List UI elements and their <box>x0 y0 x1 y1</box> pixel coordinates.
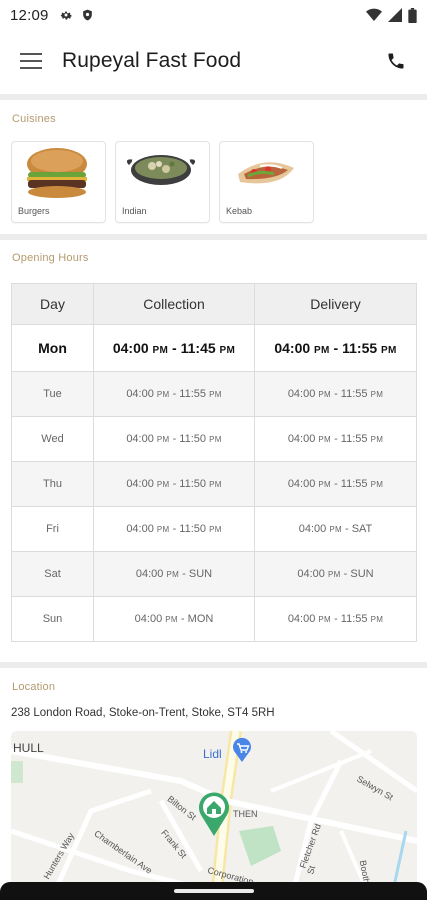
indian-curry-image <box>126 155 196 185</box>
phone-icon <box>388 53 404 69</box>
map-label-then: THEN <box>233 809 258 819</box>
day-cell: Sun <box>11 596 94 642</box>
table-row: Wed 04:00 PM - 11:50 PM 04:00 PM - 11:55… <box>11 416 417 462</box>
header-delivery: Delivery <box>254 283 417 325</box>
opening-hours-table: Day Collection Delivery Mon 04:00 PM - 1… <box>11 283 417 642</box>
cuisines-title: Cuisines <box>12 113 56 125</box>
battery-icon <box>408 7 417 23</box>
day-cell: Fri <box>11 506 94 552</box>
signal-icon <box>388 8 402 22</box>
kebab-wrap-image <box>238 162 294 184</box>
gear-icon <box>60 11 72 20</box>
day-cell: Thu <box>11 461 94 507</box>
status-bar: 12:09 <box>0 0 427 30</box>
menu-button[interactable] <box>0 30 62 92</box>
location-title: Location <box>12 681 56 693</box>
map-label-hull: HULL <box>13 741 44 755</box>
app-bar: Rupeyal Fast Food <box>0 30 427 92</box>
cuisine-label: Kebab <box>226 206 253 216</box>
status-time: 12:09 <box>10 6 49 24</box>
delivery-cell: 04:00 PM - 11:55 PM <box>254 461 417 507</box>
collection-cell: 04:00 PM - 11:45 PM <box>93 324 255 372</box>
location-map[interactable]: HULL Lidl Bilton St THEN Selwyn St Hunte… <box>11 731 417 900</box>
delivery-cell: 04:00 PM - SAT <box>254 506 417 552</box>
day-cell: Mon <box>11 324 94 372</box>
table-header-row: Day Collection Delivery <box>11 283 417 325</box>
table-row: Mon 04:00 PM - 11:45 PM 04:00 PM - 11:55… <box>11 324 417 372</box>
table-row: Sat 04:00 PM - SUN 04:00 PM - SUN <box>11 551 417 597</box>
header-collection: Collection <box>93 283 255 325</box>
delivery-cell: 04:00 PM - 11:55 PM <box>254 416 417 462</box>
hamburger-menu-icon <box>20 53 42 69</box>
status-right-icons <box>366 7 417 23</box>
delivery-cell: 04:00 PM - 11:55 PM <box>254 371 417 417</box>
divider <box>0 94 427 100</box>
status-left-icons <box>59 8 94 22</box>
cuisine-card-kebab[interactable]: Kebab <box>219 141 314 223</box>
delivery-cell: 04:00 PM - 11:55 PM <box>254 324 417 372</box>
page-title: Rupeyal Fast Food <box>62 49 242 72</box>
table-row: Thu 04:00 PM - 11:50 PM 04:00 PM - 11:55… <box>11 461 417 507</box>
cuisine-card-indian[interactable]: Indian <box>115 141 210 223</box>
address-text: 238 London Road, Stoke-on-Trent, Stoke, … <box>11 707 275 719</box>
cuisine-label: Burgers <box>18 206 50 216</box>
map-pin-home-icon <box>199 792 229 836</box>
cuisine-label: Indian <box>122 206 147 216</box>
day-cell: Wed <box>11 416 94 462</box>
system-nav-bar <box>0 882 427 900</box>
day-cell: Sat <box>11 551 94 597</box>
wifi-icon <box>366 8 382 21</box>
shield-icon <box>82 9 92 21</box>
cuisine-list: Burgers Indian Kebab <box>11 141 314 223</box>
divider <box>0 662 427 668</box>
divider <box>0 234 427 240</box>
table-row: Sun 04:00 PM - MON 04:00 PM - 11:55 PM <box>11 596 417 642</box>
table-row: Fri 04:00 PM - 11:50 PM 04:00 PM - SAT <box>11 506 417 552</box>
map-label-lidl: Lidl <box>203 747 222 761</box>
collection-cell: 04:00 PM - SUN <box>93 551 255 597</box>
collection-cell: 04:00 PM - 11:50 PM <box>93 416 255 462</box>
delivery-cell: 04:00 PM - 11:55 PM <box>254 596 417 642</box>
day-cell: Tue <box>11 371 94 417</box>
call-button[interactable] <box>365 30 427 92</box>
collection-cell: 04:00 PM - 11:50 PM <box>93 461 255 507</box>
collection-cell: 04:00 PM - 11:50 PM <box>93 506 255 552</box>
burger-image <box>27 148 87 198</box>
header-day: Day <box>11 283 94 325</box>
table-row: Tue 04:00 PM - 11:55 PM 04:00 PM - 11:55… <box>11 371 417 417</box>
delivery-cell: 04:00 PM - SUN <box>254 551 417 597</box>
collection-cell: 04:00 PM - MON <box>93 596 255 642</box>
shopping-cart-pin-icon <box>233 737 251 762</box>
home-gesture-handle[interactable] <box>174 889 254 893</box>
cuisine-card-burgers[interactable]: Burgers <box>11 141 106 223</box>
collection-cell: 04:00 PM - 11:55 PM <box>93 371 255 417</box>
opening-hours-title: Opening Hours <box>12 252 89 264</box>
